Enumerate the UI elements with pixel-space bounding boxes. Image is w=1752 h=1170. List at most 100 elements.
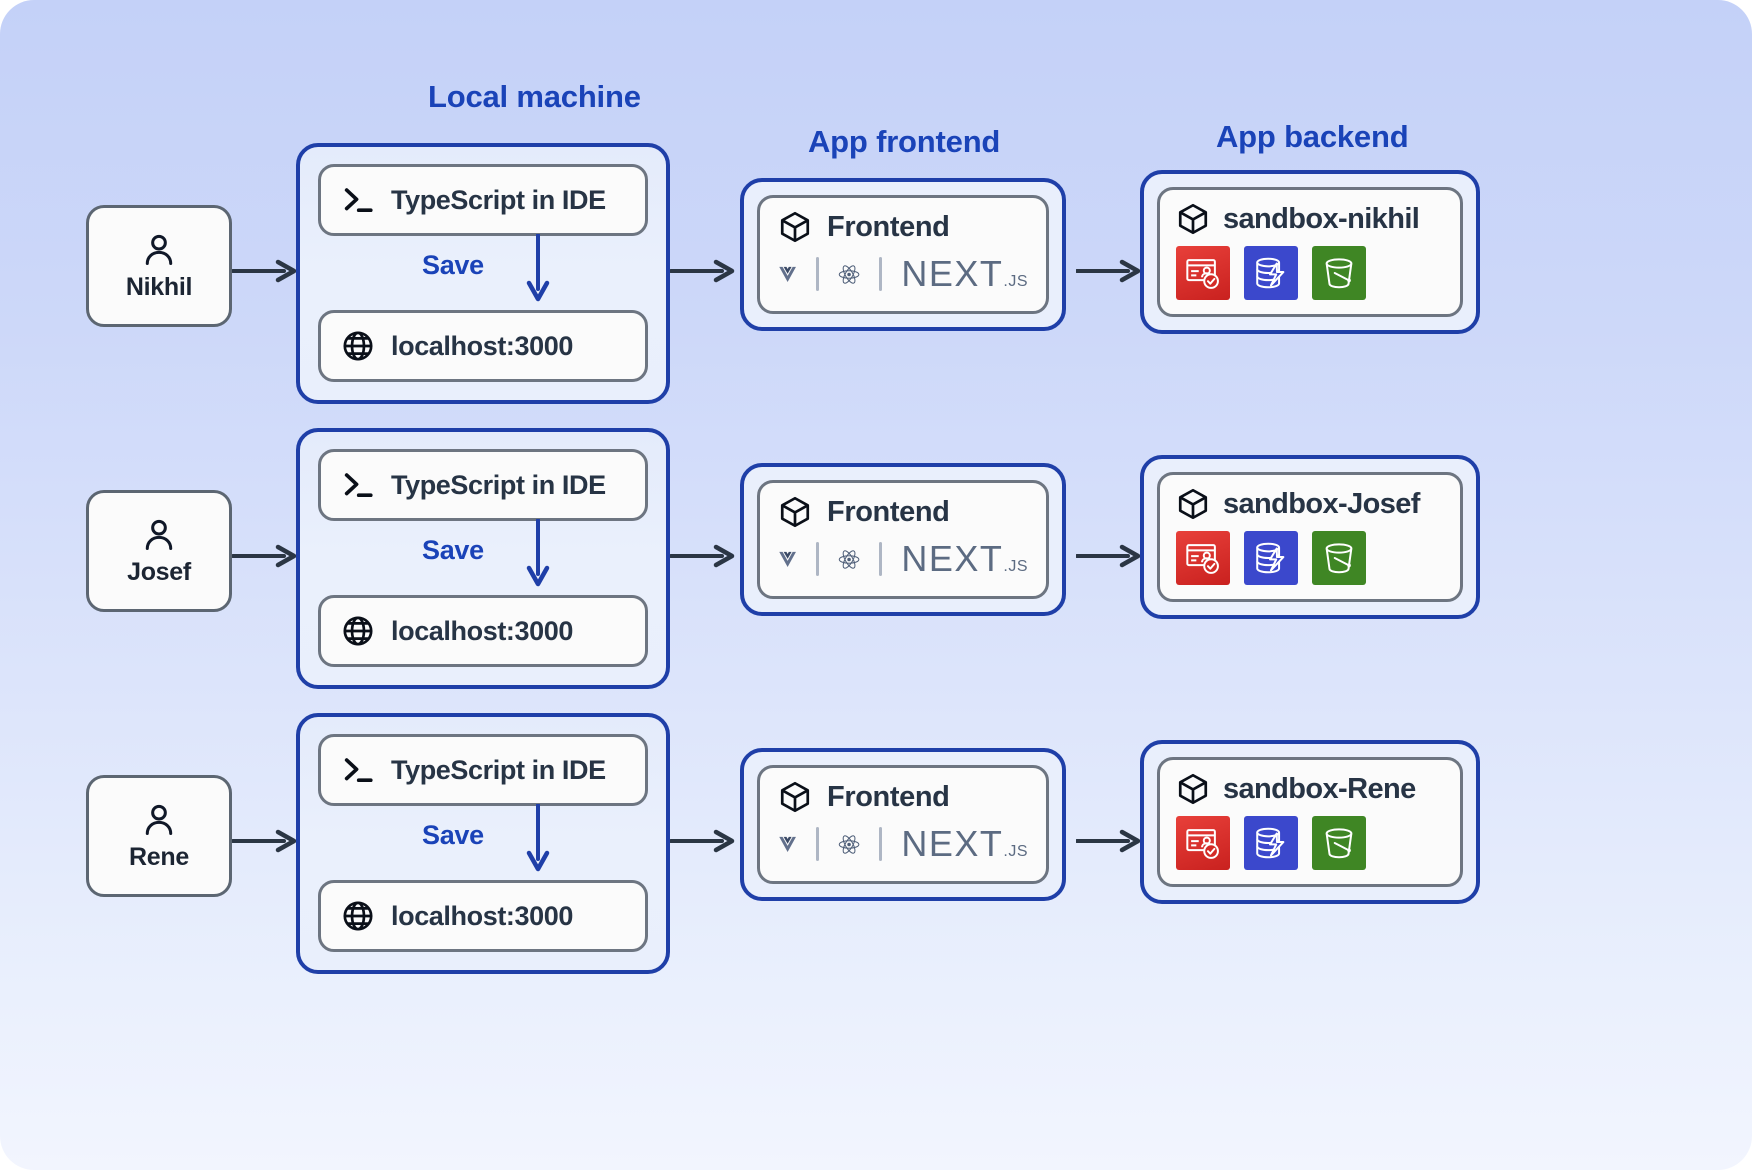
app-backend-container: sandbox-Josef bbox=[1140, 455, 1480, 619]
ide-box[interactable]: TypeScript in IDE bbox=[318, 449, 648, 521]
app-frontend-container: Frontend NEXT .JS bbox=[740, 748, 1066, 901]
sandbox-card[interactable]: sandbox-Rene bbox=[1157, 757, 1463, 887]
localhost-label: localhost:3000 bbox=[391, 330, 573, 361]
cube-icon bbox=[780, 781, 810, 813]
aws-cognito-icon[interactable] bbox=[1176, 531, 1230, 585]
cube-icon bbox=[1178, 773, 1208, 805]
frontend-title-row: Frontend bbox=[778, 780, 1028, 814]
user-name: Rene bbox=[129, 842, 189, 871]
nextjs-suffix: .JS bbox=[1003, 273, 1028, 290]
terminal-prompt-icon bbox=[344, 473, 373, 498]
ide-label: TypeScript in IDE bbox=[391, 754, 606, 785]
app-backend-container: sandbox-Rene bbox=[1140, 740, 1480, 904]
frontend-label: Frontend bbox=[827, 210, 950, 243]
nextjs-logo: NEXT .JS bbox=[901, 253, 1028, 295]
sandbox-card[interactable]: sandbox-nikhil bbox=[1157, 187, 1463, 317]
localhost-box[interactable]: localhost:3000 bbox=[318, 880, 648, 952]
aws-s3-icon[interactable] bbox=[1312, 816, 1366, 870]
localhost-label: localhost:3000 bbox=[391, 615, 573, 646]
frontend-label: Frontend bbox=[827, 495, 950, 528]
user-card[interactable]: Nikhil bbox=[86, 205, 232, 327]
pipeline-row: Josef TypeScript in IDE Save localhost:3… bbox=[0, 405, 1752, 705]
arrow-down-icon bbox=[526, 234, 550, 302]
frontend-label: Frontend bbox=[827, 780, 950, 813]
localhost-box[interactable]: localhost:3000 bbox=[318, 595, 648, 667]
arrow-right-icon bbox=[232, 829, 297, 853]
save-connector: Save bbox=[318, 234, 648, 310]
frontend-card[interactable]: Frontend NEXT .JS bbox=[757, 480, 1049, 599]
sandbox-label: sandbox-Josef bbox=[1223, 487, 1420, 520]
person-icon bbox=[145, 234, 173, 265]
cube-icon bbox=[780, 496, 810, 528]
react-logo bbox=[839, 264, 860, 284]
logo-divider bbox=[879, 827, 883, 861]
sandbox-title-row: sandbox-Josef bbox=[1176, 487, 1444, 521]
sandbox-label: sandbox-nikhil bbox=[1223, 202, 1420, 235]
logo-divider bbox=[879, 257, 883, 291]
react-logo bbox=[839, 834, 860, 854]
sandbox-label: sandbox-Rene bbox=[1223, 772, 1416, 805]
arrow-right-icon bbox=[232, 259, 297, 283]
cube-icon bbox=[780, 211, 810, 243]
aws-s3-icon[interactable] bbox=[1312, 246, 1366, 300]
aws-dynamodb-icon[interactable] bbox=[1244, 531, 1298, 585]
arrow-down-icon bbox=[526, 804, 550, 872]
column-heading-local-machine: Local machine bbox=[428, 79, 641, 114]
nextjs-wordmark: NEXT bbox=[901, 538, 1004, 579]
save-label: Save bbox=[422, 820, 484, 850]
localhost-box[interactable]: localhost:3000 bbox=[318, 310, 648, 382]
nextjs-suffix: .JS bbox=[1003, 843, 1028, 860]
app-frontend-container: Frontend NEXT .JS bbox=[740, 463, 1066, 616]
vue-logo bbox=[779, 836, 796, 852]
ide-label: TypeScript in IDE bbox=[391, 184, 606, 215]
sandbox-card[interactable]: sandbox-Josef bbox=[1157, 472, 1463, 602]
ide-box[interactable]: TypeScript in IDE bbox=[318, 734, 648, 806]
globe-icon bbox=[343, 331, 373, 361]
user-name: Josef bbox=[127, 557, 191, 586]
react-logo bbox=[839, 549, 860, 569]
nextjs-logo: NEXT .JS bbox=[901, 538, 1028, 580]
person-icon bbox=[145, 519, 173, 550]
save-label: Save bbox=[422, 250, 484, 280]
frontend-card[interactable]: Frontend NEXT .JS bbox=[757, 195, 1049, 314]
globe-icon bbox=[343, 901, 373, 931]
arrow-right-icon bbox=[1076, 259, 1141, 283]
pipeline-row: Rene TypeScript in IDE Save localhost:30… bbox=[0, 690, 1752, 990]
vue-logo bbox=[779, 551, 796, 567]
user-card[interactable]: Josef bbox=[86, 490, 232, 612]
local-machine-container: TypeScript in IDE Save localhost:3000 bbox=[296, 428, 670, 689]
arrow-right-icon bbox=[1076, 829, 1141, 853]
sandbox-title-row: sandbox-nikhil bbox=[1176, 202, 1444, 236]
person-icon bbox=[145, 804, 173, 835]
user-card[interactable]: Rene bbox=[86, 775, 232, 897]
aws-dynamodb-icon[interactable] bbox=[1244, 816, 1298, 870]
logo-divider bbox=[816, 257, 820, 291]
nextjs-wordmark: NEXT bbox=[901, 823, 1004, 864]
aws-services-row bbox=[1176, 816, 1444, 870]
local-machine-container: TypeScript in IDE Save localhost:3000 bbox=[296, 143, 670, 404]
nextjs-logo: NEXT .JS bbox=[901, 823, 1028, 865]
save-connector: Save bbox=[318, 519, 648, 595]
ide-box[interactable]: TypeScript in IDE bbox=[318, 164, 648, 236]
user-name: Nikhil bbox=[125, 272, 193, 301]
localhost-label: localhost:3000 bbox=[391, 900, 573, 931]
aws-cognito-icon[interactable] bbox=[1176, 246, 1230, 300]
arrow-down-icon bbox=[526, 519, 550, 587]
aws-cognito-icon[interactable] bbox=[1176, 816, 1230, 870]
frontend-card[interactable]: Frontend NEXT .JS bbox=[757, 765, 1049, 884]
nextjs-wordmark: NEXT bbox=[901, 253, 1004, 294]
aws-services-row bbox=[1176, 246, 1444, 300]
frontend-title-row: Frontend bbox=[778, 495, 1028, 529]
arrow-right-icon bbox=[1076, 544, 1141, 568]
logo-divider bbox=[816, 827, 820, 861]
ide-label: TypeScript in IDE bbox=[391, 469, 606, 500]
terminal-prompt-icon bbox=[344, 758, 373, 783]
aws-s3-icon[interactable] bbox=[1312, 531, 1366, 585]
arrow-right-icon bbox=[232, 544, 297, 568]
logo-divider bbox=[816, 542, 820, 576]
arrow-right-icon bbox=[670, 259, 735, 283]
app-frontend-container: Frontend NEXT .JS bbox=[740, 178, 1066, 331]
aws-dynamodb-icon[interactable] bbox=[1244, 246, 1298, 300]
diagram-canvas: Local machine App frontend App backend N… bbox=[0, 0, 1752, 1170]
nextjs-suffix: .JS bbox=[1003, 558, 1028, 575]
